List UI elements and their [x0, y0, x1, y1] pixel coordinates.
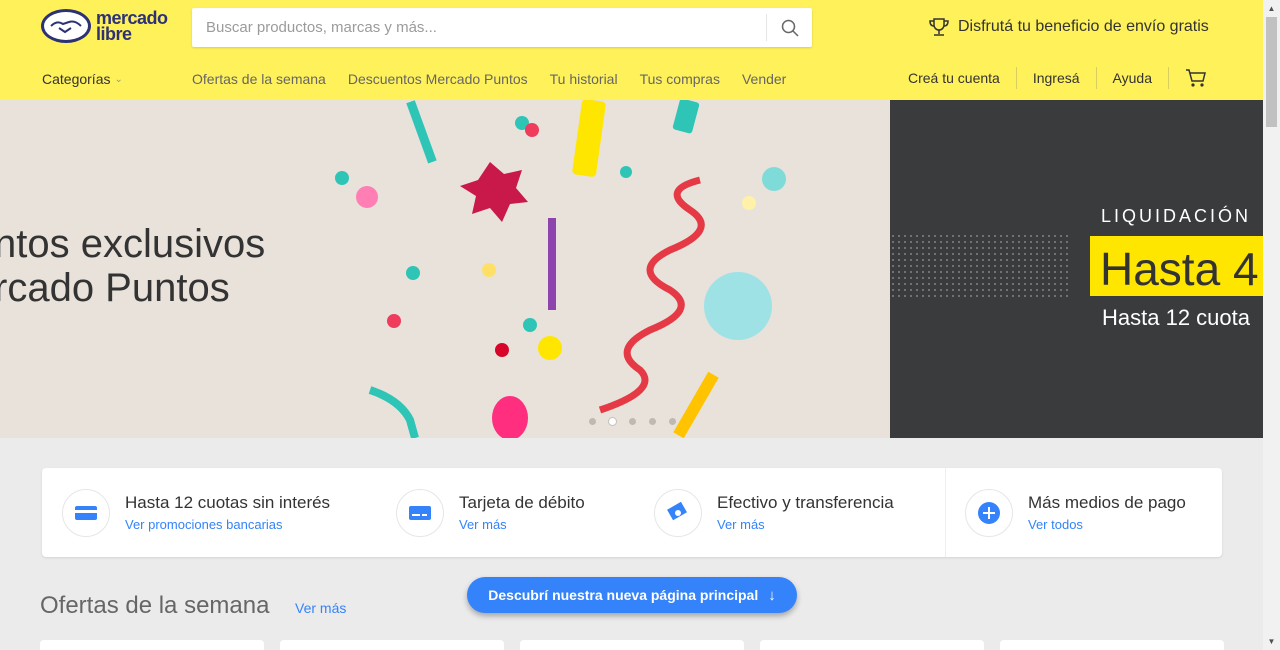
nav-link-purchases[interactable]: Tus compras: [640, 71, 720, 87]
section-title: Ofertas de la semana: [40, 592, 270, 619]
cart-button[interactable]: [1185, 68, 1207, 88]
arrow-down-icon: ↓: [768, 586, 776, 604]
section-see-more-link[interactable]: Ver más: [295, 600, 346, 616]
hero-headline-line2: rcado Puntos: [0, 266, 230, 310]
payment-title: Más medios de pago: [1028, 493, 1186, 512]
divider: [945, 468, 946, 557]
payment-title: Hasta 12 cuotas sin interés: [125, 493, 331, 512]
search-button[interactable]: [766, 14, 812, 41]
carousel-dot[interactable]: [669, 418, 676, 425]
offers-cards: [40, 640, 1224, 650]
search-input[interactable]: [192, 8, 766, 47]
help-link[interactable]: Ayuda: [1113, 70, 1152, 86]
product-card[interactable]: [760, 640, 984, 650]
payment-link[interactable]: Ver más: [459, 517, 585, 532]
account-nav: Creá tu cuenta Ingresá Ayuda: [908, 67, 1207, 89]
payment-methods-bar: Hasta 12 cuotas sin interés Ver promocio…: [42, 468, 1222, 557]
handshake-icon: [41, 9, 91, 43]
carousel-dot[interactable]: [589, 418, 596, 425]
page-scrollbar[interactable]: ▲ ▼: [1263, 0, 1280, 650]
product-card[interactable]: [520, 640, 744, 650]
sale-subtitle: Hasta 12 cuota: [1102, 305, 1250, 330]
sale-headline: Hasta 4: [1100, 243, 1259, 295]
nav-link-sell[interactable]: Vender: [742, 71, 786, 87]
nav-link-offers[interactable]: Ofertas de la semana: [192, 71, 326, 87]
search-icon: [781, 19, 799, 37]
free-shipping-promo[interactable]: Disfrutá tu beneficio de envío gratis: [928, 16, 1209, 38]
nav-link-points[interactable]: Descuentos Mercado Puntos: [348, 71, 528, 87]
carousel-dot-active[interactable]: [609, 418, 616, 425]
sale-label: LIQUIDACIÓN: [1101, 206, 1252, 226]
plus-icon: [965, 488, 1013, 537]
divider: [1015, 67, 1017, 89]
payment-more[interactable]: Más medios de pago Ver todos: [965, 468, 1186, 557]
hero-carousel[interactable]: ntos exclusivos rcado Puntos LIQUIDACIÓN…: [0, 100, 1263, 438]
carousel-pagination: [589, 418, 676, 425]
logo-line2: libre: [96, 24, 132, 44]
scrollbar-thumb[interactable]: [1266, 17, 1277, 127]
search-bar: [192, 8, 812, 47]
hero-slide-sale[interactable]: LIQUIDACIÓN Hasta 4 Hasta 12 cuota: [890, 100, 1263, 438]
main-nav: Ofertas de la semana Descuentos Mercado …: [192, 71, 786, 87]
divider: [1168, 67, 1169, 89]
nav-link-history[interactable]: Tu historial: [550, 71, 618, 87]
scroll-down-arrow[interactable]: ▼: [1263, 633, 1280, 650]
payment-title: Tarjeta de débito: [459, 493, 585, 512]
product-card[interactable]: [1000, 640, 1224, 650]
promo-text: Disfrutá tu beneficio de envío gratis: [958, 18, 1209, 35]
categories-label: Categorías: [42, 71, 111, 87]
product-card[interactable]: [280, 640, 504, 650]
mercadolibre-logo[interactable]: mercado libre: [41, 9, 168, 43]
payment-title: Efectivo y transferencia: [717, 493, 894, 512]
payment-link[interactable]: Ver más: [717, 517, 894, 532]
debit-card-icon: [396, 488, 444, 537]
carousel-dot[interactable]: [649, 418, 656, 425]
hero-headline: ntos exclusivos rcado Puntos: [0, 222, 265, 310]
login-link[interactable]: Ingresá: [1033, 70, 1080, 86]
dot-pattern-decoration: [890, 233, 1070, 301]
cart-icon: [1186, 69, 1206, 87]
new-homepage-button[interactable]: Descubrí nuestra nueva página principal …: [467, 577, 797, 613]
credit-card-icon: [62, 488, 110, 537]
chevron-down-icon: ⌄: [114, 73, 123, 85]
payment-installments[interactable]: Hasta 12 cuotas sin interés Ver promocio…: [62, 468, 330, 557]
payment-cash[interactable]: Efectivo y transferencia Ver más: [654, 468, 894, 557]
logo-text: mercado libre: [96, 9, 168, 44]
payment-link[interactable]: Ver promociones bancarias: [125, 517, 330, 532]
scroll-up-arrow[interactable]: ▲: [1263, 0, 1280, 17]
product-card[interactable]: [40, 640, 264, 650]
create-account-link[interactable]: Creá tu cuenta: [908, 70, 1000, 86]
divider: [1095, 67, 1097, 89]
categories-menu[interactable]: Categorías ⌄: [42, 71, 123, 87]
carousel-dot[interactable]: [629, 418, 636, 425]
hero-headline-line1: ntos exclusivos: [0, 222, 266, 266]
header: mercado libre Disfrutá tu beneficio de e…: [0, 0, 1263, 100]
payment-debit[interactable]: Tarjeta de débito Ver más: [396, 468, 585, 557]
new-homepage-label: Descubrí nuestra nueva página principal: [488, 587, 759, 603]
cash-icon: [654, 488, 702, 537]
payment-link[interactable]: Ver todos: [1028, 517, 1186, 532]
hero-slide-points[interactable]: ntos exclusivos rcado Puntos: [0, 100, 890, 438]
trophy-icon: [929, 18, 949, 36]
